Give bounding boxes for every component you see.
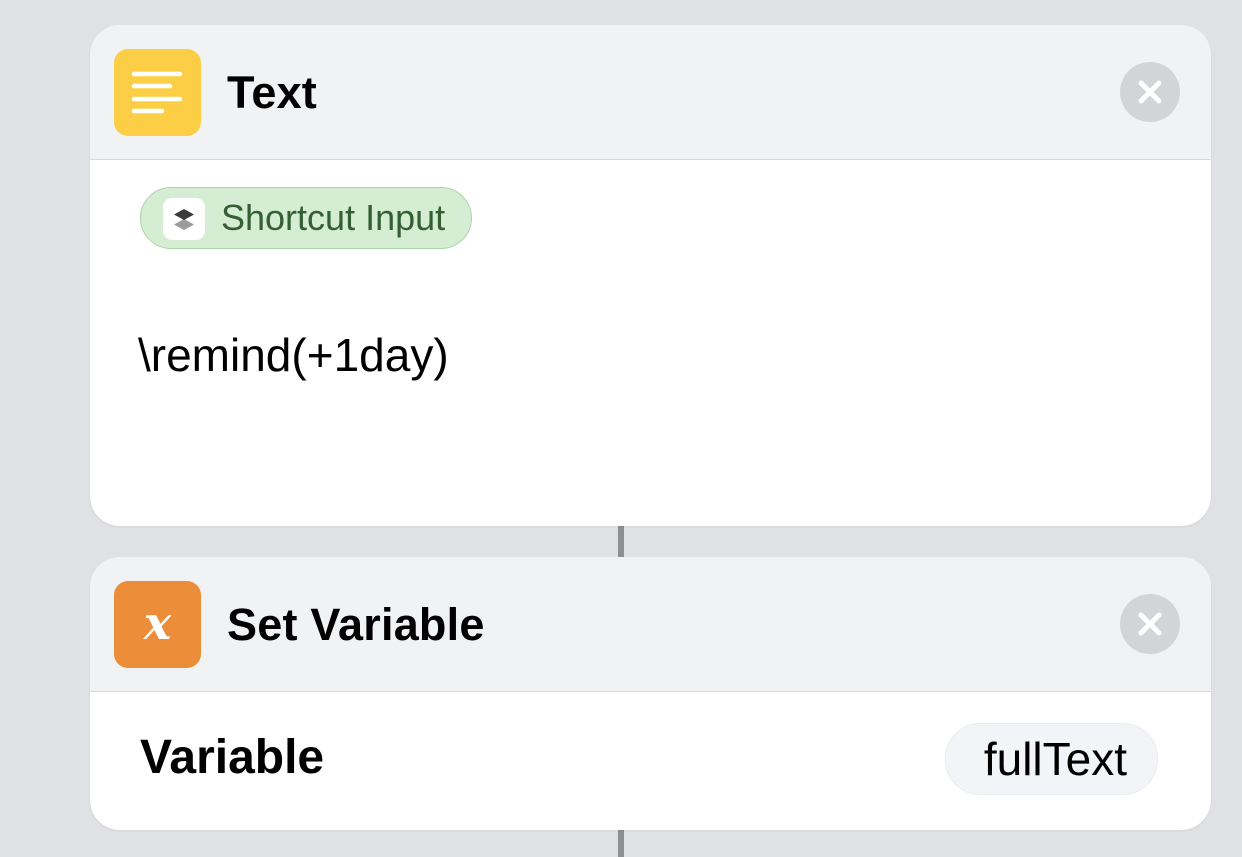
text-action-header: Text bbox=[90, 25, 1211, 160]
variable-parameter-label: Variable bbox=[140, 731, 325, 784]
action-connector bbox=[618, 526, 624, 558]
text-lines-icon bbox=[114, 49, 201, 136]
set-variable-action-card[interactable]: x Set Variable Variable fullText bbox=[90, 557, 1211, 830]
variable-x-icon: x bbox=[114, 581, 201, 668]
close-icon bbox=[1138, 612, 1162, 636]
shortcut-input-token[interactable]: Shortcut Input bbox=[140, 187, 473, 249]
action-title: Text bbox=[227, 67, 317, 118]
set-variable-header: x Set Variable bbox=[90, 557, 1211, 692]
shortcuts-layers-icon bbox=[163, 198, 205, 240]
remove-action-button[interactable] bbox=[1120, 594, 1180, 654]
text-action-card[interactable]: Text Shortcut Input \remind(+1day) bbox=[90, 25, 1211, 526]
close-icon bbox=[1138, 80, 1162, 104]
token-label: Shortcut Input bbox=[221, 197, 446, 238]
variable-name-field[interactable]: fullText bbox=[944, 723, 1158, 795]
shortcut-editor: Text Shortcut Input \remind(+1day) x Set… bbox=[0, 0, 1242, 857]
remove-action-button[interactable] bbox=[1120, 62, 1180, 122]
action-connector bbox=[618, 830, 624, 857]
variable-glyph: x bbox=[143, 596, 172, 650]
action-title: Set Variable bbox=[227, 599, 485, 650]
text-content-field[interactable]: \remind(+1day) bbox=[138, 325, 449, 385]
